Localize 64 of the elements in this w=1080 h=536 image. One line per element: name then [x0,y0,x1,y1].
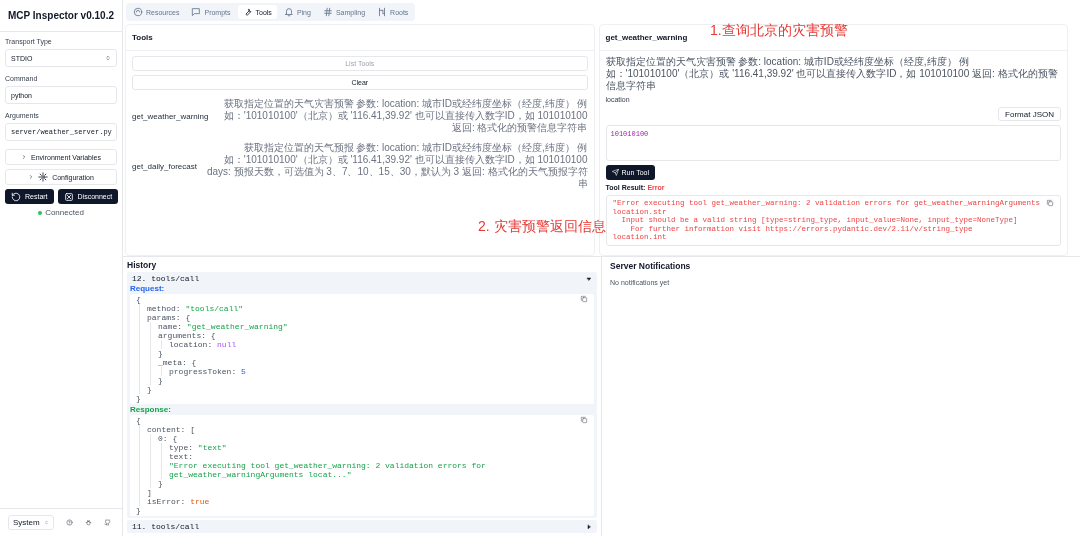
circle-icon [133,7,143,17]
chevron-right-icon [28,174,35,180]
json-key: name: [158,322,182,331]
json-bracket: } [158,349,163,358]
gear-icon [38,172,49,182]
tool-description: 获取指定位置的天气预报 参数: location: 城市ID或经纬度坐标（经度,纬度） 例如：'101010100'（北京）或 '116.41,39.92' 也可以直接传入数字ID，如 101010100 days: 预报天数，可选值为 3、7、10、15、30，默认为 3 返回: 格式化的天气预报字符串 [205,142,588,190]
json-key: { [136,416,141,425]
help-icon [65,519,73,526]
json-value: "text" [197,443,227,452]
json-key: method: [147,304,181,313]
json-key: progressToken: [169,367,237,376]
json-bracket: } [147,385,152,394]
status-text: Connected [45,208,84,217]
json-key: arguments: { [158,331,216,340]
panel-title: Tools [126,25,594,51]
json-bracket: ] [147,488,152,497]
tool-name[interactable]: get_daily_forecast [132,161,197,171]
json-bracket: } [158,376,163,385]
json-key: location: [169,340,213,349]
tool-description: 获取指定位置的天气灾害预警 参数: location: 城市ID或经纬度坐标（经度,纬度） 例如：'101010100'（北京）或 '116.41,39.92' 也可以直接传入数字ID，如 101010100 返回: 格式化的预警信息字符串 [605,56,1059,92]
json-key: isError: [147,497,186,506]
bell-icon [283,7,294,17]
section-title: Server Notifications [610,261,692,271]
caret-down-icon [586,275,592,282]
app-title: MCP Inspector v0.10.2 [0,0,122,32]
entry-header[interactable]: 12. tools/call [130,274,594,283]
json-bracket: } [158,479,163,488]
copy-icon [580,416,588,424]
json-key: text: [169,452,193,461]
copy-icon [1046,199,1054,207]
json-key: content: [ [147,425,196,434]
json-key: { [136,295,141,304]
tool-description: 获取指定位置的天气灾害预警 参数: location: 城市ID或经纬度坐标（经度,纬度） 例如：'101010100'（北京）或 '116.41,39.92' 也可以直接传入数字ID，如 101010100 返回: 格式化的预警信息字符串 [222,98,588,134]
json-bracket: } [136,394,141,403]
annotation-text: 2. 灾害预警返回信息 [478,218,606,236]
send-icon [611,169,619,176]
hash-icon [322,7,333,17]
theme-select[interactable]: System [8,515,54,530]
json-key: 0: { [158,434,178,443]
bug-icon [84,519,92,526]
chevron-right-icon [21,154,28,160]
json-value: "tools/call" [185,304,244,313]
json-key: params: { [147,313,191,322]
json-key: _meta: { [158,358,197,367]
section-title: History [127,260,158,270]
branch-icon [377,7,388,17]
copy-icon [580,295,588,303]
format-json-button[interactable]: Format JSON [998,107,1061,121]
annotation-text: 1.查询北京的灾害预警 [710,22,848,40]
json-value: 5 [241,367,246,376]
wrench-icon [242,7,253,17]
caret-right-icon [586,523,592,530]
json-value: null [217,340,237,349]
response-label: Response: [130,405,172,414]
tool-name[interactable]: get_weather_warning [132,111,209,121]
json-value: "get_weather_warning" [186,322,288,331]
request-label: Request: [130,284,166,293]
message-icon [191,7,202,17]
json-bracket: } [136,506,141,515]
json-value: true [190,497,210,506]
restart-icon [11,191,21,202]
json-key: type: [169,443,193,452]
json-value: "Error executing tool get_weather_warning: 2 validation errors for get_weather_warningArguments locat..." [169,461,487,479]
entry-header[interactable]: 11. tools/call [130,522,594,531]
